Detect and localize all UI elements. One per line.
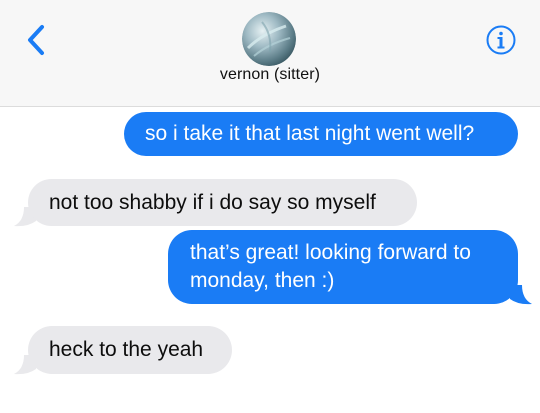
messages-screen: vernon (sitter) so i take it that last n… (0, 0, 540, 413)
message-bubble-received[interactable]: heck to the yeah (28, 326, 232, 374)
chevron-left-icon (28, 25, 44, 55)
info-button[interactable] (486, 25, 516, 55)
message-text: not too shabby if i do say so myself (49, 191, 376, 214)
message-text: that’s great! looking forward to monday,… (190, 241, 471, 292)
contact-name[interactable]: vernon (sitter) (0, 66, 540, 84)
message-text: so i take it that last night went well? (145, 122, 475, 145)
conversation-header: vernon (sitter) (0, 0, 540, 107)
message-bubble-sent[interactable]: so i take it that last night went well? (124, 112, 518, 156)
message-bubble-sent[interactable]: that’s great! looking forward to monday,… (168, 230, 518, 304)
message-bubble-received[interactable]: not too shabby if i do say so myself (28, 179, 417, 226)
contact-avatar[interactable] (242, 12, 296, 66)
message-text: heck to the yeah (49, 338, 204, 361)
info-icon (486, 25, 516, 55)
back-button[interactable] (22, 22, 52, 58)
